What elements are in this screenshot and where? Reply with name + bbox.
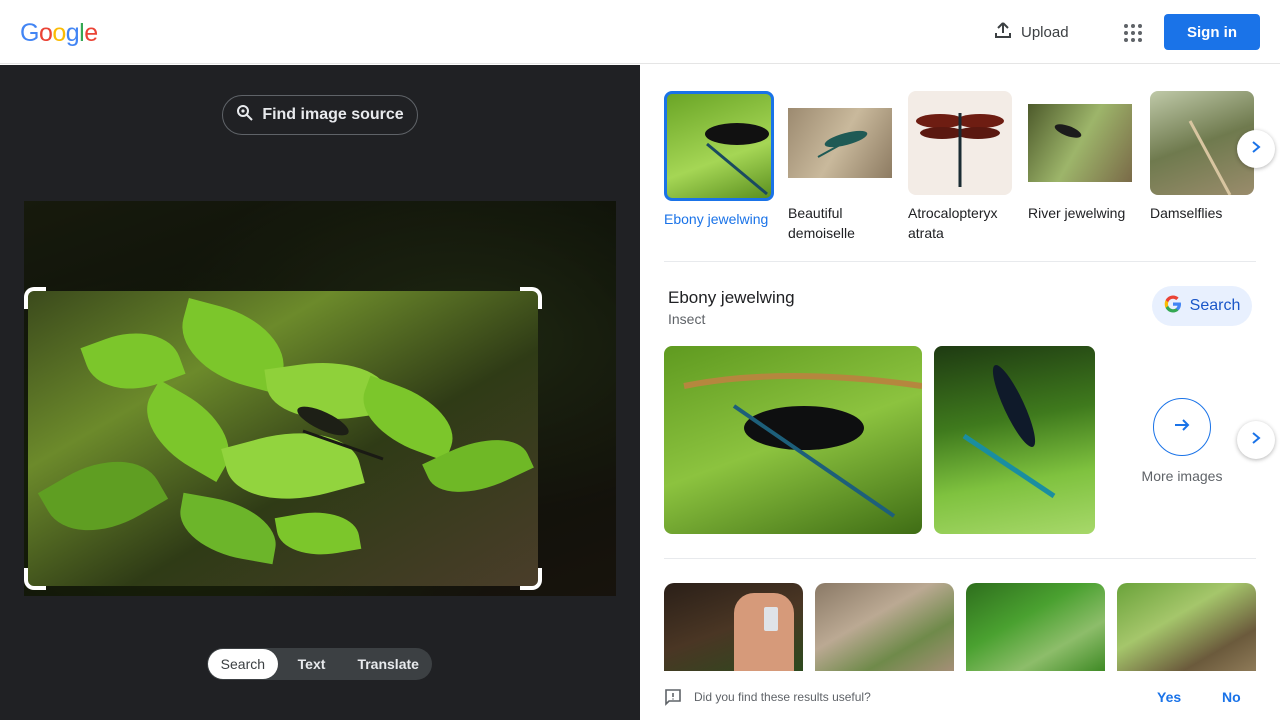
visual-match-image-2[interactable] xyxy=(815,583,954,671)
related-thumb xyxy=(1028,91,1132,195)
upload-label: Upload xyxy=(1021,23,1069,41)
related-item-river-jewelwing[interactable]: River jewelwing xyxy=(1028,91,1138,223)
logo-letter-g: G xyxy=(20,19,39,47)
lens-search-icon xyxy=(236,104,254,127)
related-thumb xyxy=(788,91,892,195)
crop-handle-bottom-right[interactable] xyxy=(520,568,542,590)
upload-icon xyxy=(993,20,1013,44)
section-divider xyxy=(664,261,1256,262)
upload-button[interactable]: Upload xyxy=(993,20,1069,44)
visual-match-image-4[interactable] xyxy=(1117,583,1256,671)
related-thumb xyxy=(664,91,774,201)
visual-match-image-3[interactable] xyxy=(966,583,1105,671)
chevron-right-icon xyxy=(1249,140,1263,159)
more-images-link[interactable]: More images xyxy=(1140,398,1224,484)
lens-image-panel: Find image source Search Text Translate xyxy=(0,65,640,720)
mode-text-tab[interactable]: Text xyxy=(278,649,346,679)
related-searches-carousel: Ebony jewelwing Beautiful demoiselle Atr… xyxy=(664,91,1264,251)
mode-switcher: Search Text Translate xyxy=(207,648,432,680)
related-label: River jewelwing xyxy=(1028,205,1126,221)
logo-letter-o1: o xyxy=(38,19,53,47)
entity-search-label: Search xyxy=(1189,297,1241,314)
related-label: Ebony jewelwing xyxy=(664,211,769,227)
sign-in-button[interactable]: Sign in xyxy=(1164,14,1260,50)
arrow-right-icon xyxy=(1173,416,1191,439)
related-item-atrocalopteryx-atrata[interactable]: Atrocalopteryx atrata xyxy=(908,91,1018,243)
visual-match-image-1[interactable] xyxy=(664,583,803,671)
logo-letter-o2: o xyxy=(52,19,66,47)
related-label: Damselflies xyxy=(1150,205,1223,221)
damselfly-silhouette xyxy=(297,406,384,461)
feedback-no-button[interactable]: No xyxy=(1222,689,1241,705)
related-thumb xyxy=(908,91,1012,195)
chevron-right-icon xyxy=(1249,431,1263,450)
related-next-button[interactable] xyxy=(1237,130,1275,168)
entity-subtitle: Insect xyxy=(668,311,706,327)
section-divider xyxy=(664,558,1256,559)
related-label: Atrocalopteryx atrata xyxy=(908,205,998,241)
more-images-button[interactable] xyxy=(1153,398,1211,456)
apps-grid-icon[interactable] xyxy=(1118,18,1146,46)
logo-letter-e: e xyxy=(84,19,98,47)
entity-title: Ebony jewelwing xyxy=(668,288,795,307)
crop-handle-bottom-left[interactable] xyxy=(24,568,46,590)
crop-selection-area[interactable] xyxy=(28,291,538,586)
results-panel: Ebony jewelwing Beautiful demoiselle Atr… xyxy=(640,65,1280,720)
crop-handle-top-left[interactable] xyxy=(24,287,46,309)
top-bar: Google Upload Sign in xyxy=(0,0,1280,64)
more-images-label: More images xyxy=(1141,468,1223,484)
related-label: Beautiful demoiselle xyxy=(788,205,855,241)
uploaded-photo xyxy=(24,201,616,596)
related-item-ebony-jewelwing[interactable]: Ebony jewelwing xyxy=(664,91,774,229)
entity-image-1[interactable] xyxy=(664,346,922,534)
google-logo[interactable]: Google xyxy=(20,19,98,48)
logo-letter-g2: g xyxy=(65,19,80,47)
feedback-question: Did you find these results useful? xyxy=(694,690,871,704)
mode-translate-tab[interactable]: Translate xyxy=(345,649,431,679)
feedback-icon xyxy=(664,688,682,706)
find-image-source-label: Find image source xyxy=(262,106,404,123)
feedback-yes-button[interactable]: Yes xyxy=(1157,689,1181,705)
entity-search-button[interactable]: Search xyxy=(1152,286,1252,326)
find-image-source-button[interactable]: Find image source xyxy=(222,95,418,135)
google-g-icon xyxy=(1164,295,1182,318)
entity-images-next-button[interactable] xyxy=(1237,421,1275,459)
related-item-beautiful-demoiselle[interactable]: Beautiful demoiselle xyxy=(788,91,898,243)
mode-search-tab[interactable]: Search xyxy=(208,649,278,679)
entity-image-2[interactable] xyxy=(934,346,1095,534)
crop-handle-top-right[interactable] xyxy=(520,287,542,309)
